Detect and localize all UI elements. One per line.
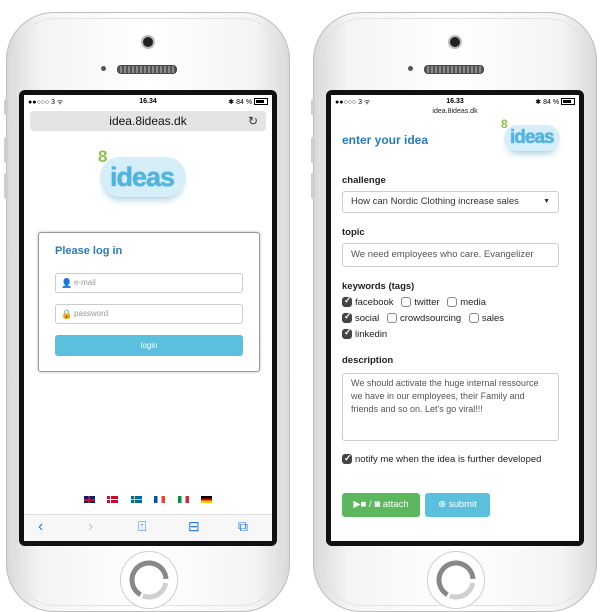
screen-login: ●●○○○ 3 ᯤ 16.34 ✱ 84 % idea.8ideas.dk ↻ …	[24, 95, 272, 541]
status-bar: ●●○○○ 3 ᯤ 16.34 ✱ 84 %	[24, 95, 272, 109]
challenge-label: challenge	[342, 175, 386, 186]
checkbox-media[interactable]	[447, 297, 458, 307]
proximity-sensor	[101, 66, 106, 71]
email-placeholder: e-mail	[74, 278, 96, 287]
checkbox-crowdsourcing[interactable]	[386, 313, 397, 323]
tag-row: linkedin	[342, 327, 392, 340]
volume-up-button	[311, 137, 315, 163]
logo-word: ideas	[110, 162, 175, 192]
home-button-ring	[436, 560, 476, 600]
submit-label: submit	[448, 499, 477, 510]
page-title: enter your idea	[342, 133, 429, 147]
share-icon[interactable]: ⍐	[138, 518, 146, 535]
volume-down-button	[311, 173, 315, 199]
phone-right: ●●○○○ 3 ᯤ 16.33 ✱ 84 % idea.8ideas.dk en…	[311, 12, 597, 612]
phone-left: ●●○○○ 3 ᯤ 16.34 ✱ 84 % idea.8ideas.dk ↻ …	[4, 12, 290, 612]
notify-label: notify me when the idea is further devel…	[355, 454, 542, 465]
uk-flag[interactable]	[83, 496, 95, 504]
tag-linkedin[interactable]: linkedin	[342, 327, 387, 340]
home-button[interactable]	[120, 551, 178, 609]
topic-input[interactable]: We need employees who care. Evangelizer	[342, 243, 559, 267]
proximity-sensor	[408, 66, 413, 71]
battery-indicator: ✱ 84 %	[228, 98, 268, 106]
password-field[interactable]: 🔒 password	[55, 304, 243, 324]
bookmarks-icon[interactable]: ⊟	[188, 518, 200, 535]
front-camera	[143, 37, 153, 47]
logo-eight: 8	[98, 147, 108, 166]
submit-button[interactable]: ⊕ submit	[425, 493, 490, 517]
battery-icon	[254, 98, 268, 105]
screen-bezel: ●●○○○ 3 ᯤ 16.33 ✱ 84 % idea.8ideas.dk en…	[326, 90, 584, 546]
attach-button[interactable]: ▶■ / ◙ attach	[342, 493, 420, 517]
checkbox-social[interactable]	[342, 311, 352, 323]
home-button-ring	[129, 560, 169, 600]
france-flag[interactable]	[154, 496, 166, 504]
tag-crowdsourcing[interactable]: crowdsourcing	[386, 313, 461, 324]
address-url: idea.8ideas.dk	[109, 114, 187, 128]
description-textarea[interactable]: We should activate the huge internal res…	[342, 373, 559, 441]
checkbox-notify[interactable]	[342, 452, 352, 465]
front-camera	[450, 37, 460, 47]
camera-icon: ◙	[374, 499, 381, 510]
topic-label: topic	[342, 227, 365, 238]
earpiece-speaker	[424, 65, 484, 74]
status-bar: ●●○○○ 3 ᯤ 16.33 ✱ 84 %	[331, 95, 579, 109]
description-label: description	[342, 355, 394, 366]
tag-media[interactable]: media	[447, 297, 486, 308]
mute-switch	[4, 99, 8, 115]
login-title: Please log in	[55, 245, 123, 257]
logo-word: ideas	[510, 127, 555, 148]
back-icon[interactable]: ‹	[38, 518, 43, 536]
checkbox-facebook[interactable]	[342, 295, 352, 307]
video-camera-icon: ▶■	[353, 499, 367, 510]
denmark-flag[interactable]	[107, 496, 119, 504]
brand-logo: 8 ideas	[501, 117, 571, 157]
user-icon: 👤	[61, 278, 73, 288]
checkbox-twitter[interactable]	[401, 297, 412, 307]
tag-facebook[interactable]: facebook	[342, 295, 394, 308]
tag-social[interactable]: social	[342, 311, 379, 324]
address-bar[interactable]: idea.8ideas.dk ↻	[30, 111, 266, 131]
brand-logo: 8 ideas	[96, 147, 200, 207]
checkbox-linkedin[interactable]	[342, 327, 352, 339]
attach-label: attach	[382, 499, 409, 510]
login-button[interactable]: login	[55, 335, 243, 356]
password-placeholder: password	[74, 309, 109, 318]
checkbox-sales[interactable]	[468, 313, 479, 323]
email-field[interactable]: 👤 e-mail	[55, 273, 243, 293]
address-url[interactable]: idea.8ideas.dk	[331, 108, 579, 115]
tag-twitter[interactable]: twitter	[401, 297, 440, 308]
tag-row: social crowdsourcing sales	[342, 311, 509, 324]
keywords-label: keywords (tags)	[342, 281, 415, 292]
reload-icon[interactable]: ↻	[248, 111, 258, 131]
lock-icon: 🔒	[61, 309, 73, 319]
battery-indicator: ✱ 84 %	[535, 98, 575, 106]
tag-row: facebook twitter media	[342, 295, 491, 308]
tag-sales[interactable]: sales	[468, 313, 504, 324]
home-button[interactable]	[427, 551, 485, 609]
browser-toolbar: ‹ › ⍐ ⊟ ⧉	[24, 514, 272, 541]
screen-bezel: ●●○○○ 3 ᯤ 16.34 ✱ 84 % idea.8ideas.dk ↻ …	[19, 90, 277, 546]
volume-down-button	[4, 173, 8, 199]
language-flags	[24, 491, 272, 509]
notify-option[interactable]: notify me when the idea is further devel…	[342, 452, 552, 466]
login-panel: Please log in 👤 e-mail 🔒 password login	[38, 232, 260, 372]
submit-icon: ⊕	[438, 499, 447, 510]
italy-flag[interactable]	[177, 496, 189, 504]
chevron-down-icon: ▼	[543, 198, 550, 205]
screen-idea-form: ●●○○○ 3 ᯤ 16.33 ✱ 84 % idea.8ideas.dk en…	[331, 95, 579, 541]
mute-switch	[311, 99, 315, 115]
earpiece-speaker	[117, 65, 177, 74]
tabs-icon[interactable]: ⧉	[238, 518, 248, 535]
challenge-value: How can Nordic Clothing increase sales	[351, 196, 519, 207]
logo-eight: 8	[501, 117, 508, 131]
forward-icon[interactable]: ›	[88, 518, 93, 536]
challenge-select[interactable]: How can Nordic Clothing increase sales ▼	[342, 191, 559, 213]
battery-icon	[561, 98, 575, 105]
sweden-flag[interactable]	[130, 496, 142, 504]
germany-flag[interactable]	[201, 496, 213, 504]
volume-up-button	[4, 137, 8, 163]
